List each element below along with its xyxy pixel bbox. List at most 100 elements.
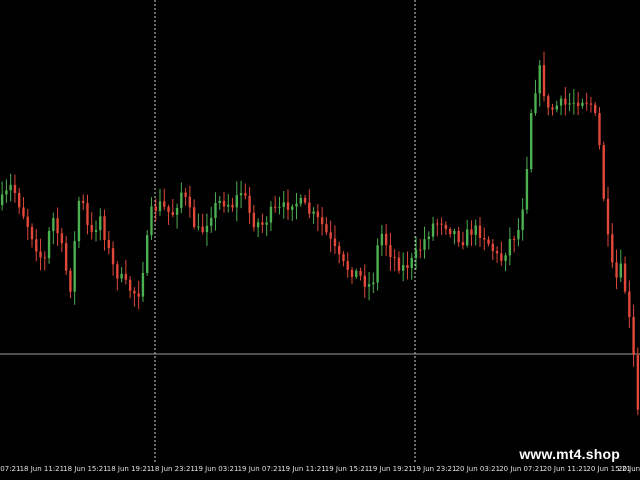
candle bbox=[282, 191, 285, 219]
candle-body bbox=[517, 229, 520, 240]
candle-body bbox=[167, 206, 170, 212]
candle bbox=[201, 213, 204, 235]
candle-body bbox=[261, 222, 264, 225]
candle bbox=[453, 228, 456, 245]
candle bbox=[60, 228, 64, 252]
candle-body bbox=[163, 201, 166, 207]
candle bbox=[393, 249, 396, 272]
candle-body bbox=[52, 218, 55, 231]
candle-body bbox=[521, 209, 524, 230]
candle-body bbox=[316, 211, 320, 218]
candle bbox=[205, 213, 209, 246]
candle-body bbox=[171, 211, 174, 215]
candle bbox=[175, 203, 179, 229]
candle-body bbox=[128, 279, 132, 291]
candle bbox=[5, 179, 8, 203]
candle bbox=[427, 231, 430, 250]
candle-body bbox=[615, 262, 618, 278]
candle-body bbox=[427, 236, 430, 240]
candle bbox=[111, 241, 115, 276]
candle bbox=[269, 201, 273, 232]
candle bbox=[606, 186, 610, 247]
candlestick-plot[interactable] bbox=[0, 0, 640, 462]
time-tick-label: 20 Jun 03:21 bbox=[455, 465, 501, 473]
candle bbox=[316, 203, 320, 232]
time-tick-label: 19 Jun 07:21 bbox=[237, 465, 283, 473]
candle bbox=[137, 280, 140, 310]
candle bbox=[22, 197, 25, 220]
candle-body bbox=[393, 257, 396, 259]
candle bbox=[448, 227, 452, 238]
candle bbox=[248, 187, 251, 225]
candle bbox=[363, 264, 366, 298]
candle-body bbox=[530, 113, 533, 170]
candle bbox=[457, 226, 460, 247]
candle bbox=[192, 199, 196, 230]
candle bbox=[376, 238, 379, 291]
candle bbox=[128, 276, 132, 299]
candle-body bbox=[419, 249, 422, 251]
candle bbox=[389, 232, 392, 271]
candle bbox=[555, 100, 558, 113]
candle bbox=[530, 109, 533, 173]
candle bbox=[180, 182, 183, 214]
candle bbox=[542, 51, 546, 102]
candle-body bbox=[201, 226, 204, 233]
candles bbox=[0, 51, 640, 416]
candle-body bbox=[278, 206, 281, 208]
candle bbox=[372, 272, 375, 294]
candle-body bbox=[538, 65, 541, 94]
candle bbox=[440, 217, 443, 235]
price-chart[interactable] bbox=[0, 0, 640, 462]
candle bbox=[547, 93, 550, 116]
candle-body bbox=[252, 212, 256, 228]
candle bbox=[329, 220, 332, 253]
candle bbox=[73, 231, 76, 305]
time-tick-label: 20 Jun 07:21 bbox=[499, 465, 544, 473]
candle-body bbox=[308, 202, 311, 214]
candle-body bbox=[5, 190, 8, 195]
candle bbox=[338, 241, 341, 264]
candle bbox=[235, 181, 238, 222]
candle-body bbox=[406, 265, 409, 269]
candle-body bbox=[47, 230, 51, 259]
candle-body bbox=[632, 316, 635, 356]
candle bbox=[308, 189, 311, 219]
candle-body bbox=[346, 261, 349, 270]
candle-body bbox=[124, 273, 128, 280]
candle-body bbox=[440, 223, 443, 225]
candle-body bbox=[146, 235, 149, 273]
candle bbox=[18, 188, 21, 214]
candle-body bbox=[90, 224, 93, 232]
candle bbox=[589, 96, 593, 113]
candle-body bbox=[239, 193, 243, 196]
candle bbox=[167, 204, 170, 225]
candle bbox=[286, 189, 290, 220]
candle-body bbox=[453, 230, 456, 235]
candle-body bbox=[141, 272, 145, 297]
candle-body bbox=[150, 206, 153, 236]
candle-body bbox=[18, 192, 21, 208]
candle bbox=[0, 181, 4, 211]
candle bbox=[444, 221, 448, 235]
candle bbox=[261, 213, 264, 233]
candle-body bbox=[214, 203, 217, 219]
candle bbox=[295, 192, 298, 220]
candle-body bbox=[576, 102, 580, 106]
candle bbox=[495, 246, 499, 263]
candle-body bbox=[564, 98, 567, 105]
candle-body bbox=[397, 257, 401, 271]
candle-body bbox=[197, 226, 200, 228]
candle-body bbox=[175, 207, 179, 215]
candle bbox=[35, 229, 38, 262]
candle bbox=[419, 239, 422, 259]
watermark: www.mt4.shop bbox=[519, 446, 620, 462]
candle bbox=[594, 101, 597, 116]
candle-body bbox=[99, 216, 102, 231]
candle-body bbox=[594, 104, 597, 114]
candle bbox=[615, 249, 618, 290]
candle-body bbox=[77, 200, 81, 242]
candle bbox=[39, 238, 42, 271]
time-tick-label: 18 Jun 11:21 bbox=[19, 465, 65, 473]
candle-body bbox=[30, 226, 34, 240]
